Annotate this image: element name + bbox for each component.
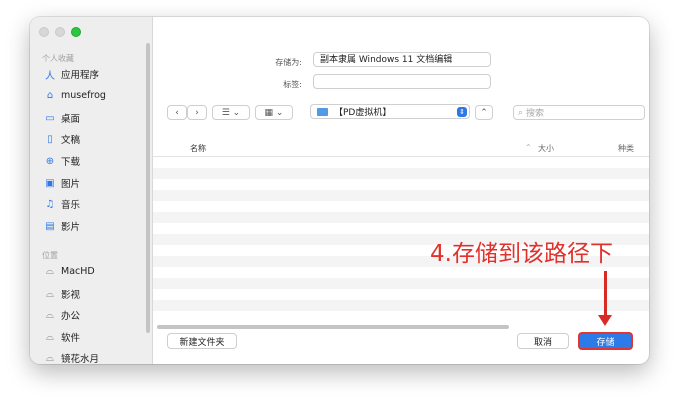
search-input[interactable]: ⌕ 搜索	[513, 105, 645, 120]
save-button[interactable]: 存储	[578, 332, 633, 350]
sidebar-section-favorites: 个人收藏	[42, 54, 74, 63]
location-popup[interactable]: 【PD虚拟机】 ⇕	[310, 104, 470, 119]
sidebar-item-label: 下载	[61, 157, 81, 168]
column-size[interactable]: 大小	[538, 143, 554, 154]
expand-button[interactable]: ⌃	[475, 105, 493, 120]
sidebar-item-label: 镜花水月	[61, 354, 100, 364]
save-as-input[interactable]: 副本隶属 Windows 11 文档编辑	[313, 52, 491, 67]
sidebar-item-label: 桌面	[61, 114, 81, 125]
list-row	[153, 212, 649, 223]
sidebar-item-music[interactable]: ♫ 音乐	[44, 197, 81, 212]
pictures-icon: ▣	[45, 177, 55, 189]
horizontal-scrollbar[interactable]	[157, 325, 509, 329]
sidebar-item-bangong[interactable]: ⌓ 办公	[44, 308, 81, 323]
disk-icon: ⌓	[46, 331, 54, 343]
cancel-button[interactable]: 取消	[517, 333, 569, 349]
sidebar-scrollbar[interactable]	[146, 43, 150, 333]
list-view-button[interactable]: ☰ ⌄	[212, 105, 250, 120]
list-row	[153, 311, 649, 322]
tags-label: 标签:	[283, 80, 302, 89]
sidebar-item-label: 图片	[61, 179, 81, 190]
sidebar: 个人收藏 ⼈ 应用程序 ⌂ musefrog ▭ 桌面 ▯ 文稿 ⊕ 下载 ▣ …	[30, 17, 153, 364]
search-icon: ⌕	[518, 107, 524, 118]
sidebar-item-home[interactable]: ⌂ musefrog	[44, 89, 106, 101]
home-icon: ⌂	[46, 89, 54, 101]
sidebar-section-locations: 位置	[42, 251, 58, 260]
search-placeholder: 搜索	[526, 109, 545, 119]
disk-icon: ⌓	[46, 288, 54, 300]
sidebar-item-label: 办公	[61, 311, 81, 322]
sidebar-item-label: 软件	[61, 333, 81, 344]
list-row	[153, 190, 649, 201]
file-list[interactable]: 名称 ⌃ 大小 种类	[153, 138, 649, 328]
list-row	[153, 300, 649, 311]
sidebar-item-label: 影视	[61, 290, 81, 301]
apps-icon: ⼈	[45, 70, 55, 82]
desktop-icon: ▭	[45, 112, 55, 124]
download-icon: ⊕	[45, 155, 55, 167]
list-row	[153, 223, 649, 234]
close-button[interactable]	[39, 27, 49, 37]
document-icon: ▯	[47, 133, 53, 145]
minimize-button[interactable]	[55, 27, 65, 37]
sidebar-item-label: musefrog	[61, 89, 106, 101]
list-row	[153, 289, 649, 300]
list-row	[153, 179, 649, 190]
disk-icon: ⌓	[46, 352, 54, 364]
sidebar-item-label: 音乐	[61, 200, 81, 211]
sidebar-item-label: 文稿	[61, 135, 81, 146]
back-button[interactable]: ‹	[167, 105, 187, 120]
folder-icon	[317, 107, 328, 116]
grid-view-button[interactable]: ▦ ⌄	[255, 105, 293, 120]
sidebar-item-yingshi[interactable]: ⌓ 影视	[44, 287, 81, 302]
annotation-arrow-head	[598, 315, 612, 326]
sidebar-item-apps[interactable]: ⼈ 应用程序	[44, 67, 100, 82]
sidebar-item-label: MacHD	[61, 265, 95, 277]
disk-icon: ⌓	[46, 265, 54, 277]
location-label: 【PD虚拟机】	[334, 108, 392, 118]
annotation-text: 4.存储到该路径下	[430, 241, 613, 267]
save-dialog: 个人收藏 ⼈ 应用程序 ⌂ musefrog ▭ 桌面 ▯ 文稿 ⊕ 下载 ▣ …	[30, 17, 649, 364]
music-icon: ♫	[45, 198, 55, 210]
column-kind[interactable]: 种类	[618, 143, 634, 154]
sidebar-item-jinghuashuiyue[interactable]: ⌓ 镜花水月	[44, 351, 100, 365]
movies-icon: ▤	[45, 220, 55, 232]
list-row	[153, 267, 649, 278]
sidebar-item-downloads[interactable]: ⊕ 下载	[44, 154, 81, 169]
zoom-button[interactable]	[71, 27, 81, 37]
sidebar-item-machd[interactable]: ⌓ MacHD	[44, 265, 95, 277]
column-name[interactable]: 名称	[190, 143, 206, 154]
sidebar-item-label: 应用程序	[61, 70, 100, 81]
sidebar-item-desktop[interactable]: ▭ 桌面	[44, 111, 81, 126]
sidebar-item-documents[interactable]: ▯ 文稿	[44, 132, 81, 147]
sidebar-item-movies[interactable]: ▤ 影片	[44, 219, 81, 234]
list-header: 名称 ⌃ 大小 种类	[153, 138, 649, 157]
window-controls	[39, 27, 81, 37]
tags-input[interactable]	[313, 74, 491, 89]
save-as-label: 存储为:	[275, 58, 302, 67]
list-row	[153, 278, 649, 289]
sidebar-item-label: 影片	[61, 222, 81, 233]
list-row	[153, 168, 649, 179]
sort-icon: ⌃	[525, 143, 532, 152]
forward-button[interactable]: ›	[187, 105, 207, 120]
chevron-updown-icon: ⇕	[457, 106, 467, 117]
disk-icon: ⌓	[46, 309, 54, 321]
list-row	[153, 201, 649, 212]
sidebar-item-pictures[interactable]: ▣ 图片	[44, 176, 81, 191]
sidebar-item-ruanjian[interactable]: ⌓ 软件	[44, 330, 81, 345]
new-folder-button[interactable]: 新建文件夹	[167, 333, 237, 349]
annotation-arrow	[604, 271, 607, 319]
list-row	[153, 157, 649, 168]
